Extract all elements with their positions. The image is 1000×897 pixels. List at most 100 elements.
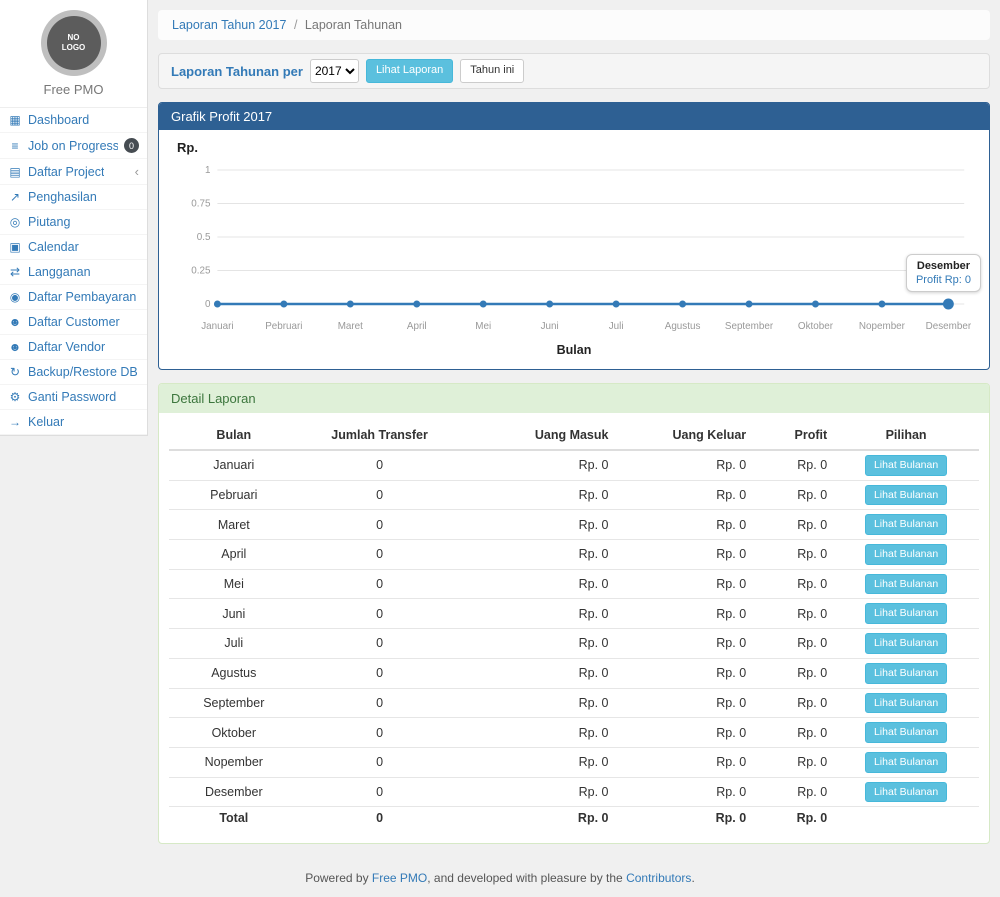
cell-pilihan: Lihat Bulanan bbox=[833, 450, 979, 480]
cell-profit: Rp. 0 bbox=[752, 688, 833, 718]
cell-jumlah-transfer: 0 bbox=[299, 540, 461, 570]
cell-uang-keluar: Rp. 0 bbox=[614, 688, 752, 718]
svg-text:1: 1 bbox=[205, 165, 211, 176]
sidebar-item-calendar[interactable]: ▣ Calendar bbox=[0, 235, 147, 260]
cell-pilihan: Lihat Bulanan bbox=[833, 658, 979, 688]
cell-pilihan: Lihat Bulanan bbox=[833, 718, 979, 748]
year-select[interactable]: 2017 bbox=[310, 59, 359, 83]
cell-bulan: Januari bbox=[169, 450, 299, 480]
sidebar-item-piutang[interactable]: ◎ Piutang bbox=[0, 210, 147, 235]
cell-bulan: Nopember bbox=[169, 747, 299, 777]
cell-uang-keluar: Rp. 0 bbox=[614, 540, 752, 570]
main-content: Laporan Tahun 2017 / Laporan Tahunan Lap… bbox=[148, 0, 1000, 857]
lihat-bulanan-button[interactable]: Lihat Bulanan bbox=[865, 782, 947, 803]
table-row: Maret 0 Rp. 0 Rp. 0 Rp. 0 Lihat Bulanan bbox=[169, 510, 979, 540]
lihat-bulanan-button[interactable]: Lihat Bulanan bbox=[865, 455, 947, 476]
sidebar-item-daftar-customer[interactable]: ☻ Daftar Customer bbox=[0, 310, 147, 335]
lihat-bulanan-button[interactable]: Lihat Bulanan bbox=[865, 574, 947, 595]
cell-jumlah-transfer: 0 bbox=[299, 629, 461, 659]
menu-label: Ganti Password bbox=[28, 390, 116, 404]
lihat-bulanan-button[interactable]: Lihat Bulanan bbox=[865, 722, 947, 743]
tasks-icon: ≡ bbox=[8, 139, 22, 153]
table-total-row: Total 0 Rp. 0 Rp. 0 Rp. 0 bbox=[169, 807, 979, 830]
x-axis-title: Bulan bbox=[169, 343, 979, 357]
lihat-bulanan-button[interactable]: Lihat Bulanan bbox=[865, 663, 947, 684]
menu-label: Langganan bbox=[28, 265, 91, 279]
footer: Powered by Free PMO, and developed with … bbox=[0, 857, 1000, 897]
profit-line-chart[interactable]: 10.750.50.250JanuariPebruariMaretAprilMe… bbox=[169, 158, 979, 343]
sidebar-item-backup-restore-db[interactable]: ↻ Backup/Restore DB bbox=[0, 360, 147, 385]
svg-text:Juli: Juli bbox=[609, 321, 624, 332]
svg-text:Nopember: Nopember bbox=[859, 321, 906, 332]
cell-pilihan: Lihat Bulanan bbox=[833, 629, 979, 659]
table-row: Oktober 0 Rp. 0 Rp. 0 Rp. 0 Lihat Bulana… bbox=[169, 718, 979, 748]
sidebar-item-daftar-pembayaran[interactable]: ◉ Daftar Pembayaran bbox=[0, 285, 147, 310]
table-row: Januari 0 Rp. 0 Rp. 0 Rp. 0 Lihat Bulana… bbox=[169, 450, 979, 480]
cell-profit: Rp. 0 bbox=[752, 629, 833, 659]
cell-uang-keluar: Rp. 0 bbox=[614, 629, 752, 659]
sidebar-item-penghasilan[interactable]: ↗ Penghasilan bbox=[0, 185, 147, 210]
lihat-bulanan-button[interactable]: Lihat Bulanan bbox=[865, 752, 947, 773]
cell-bulan: Juli bbox=[169, 629, 299, 659]
lihat-bulanan-button[interactable]: Lihat Bulanan bbox=[865, 693, 947, 714]
cell-uang-keluar: Rp. 0 bbox=[614, 718, 752, 748]
cell-uang-masuk: Rp. 0 bbox=[461, 599, 615, 629]
svg-text:Januari: Januari bbox=[201, 321, 233, 332]
cell-profit: Rp. 0 bbox=[752, 599, 833, 629]
cell-profit: Rp. 0 bbox=[752, 747, 833, 777]
laporan-table: BulanJumlah TransferUang MasukUang Kelua… bbox=[169, 421, 979, 829]
table-row: Nopember 0 Rp. 0 Rp. 0 Rp. 0 Lihat Bulan… bbox=[169, 747, 979, 777]
tooltip-title: Desember bbox=[916, 260, 971, 272]
brand-area: NO LOGO Free PMO bbox=[0, 0, 147, 108]
logo-text: NO LOGO bbox=[51, 33, 97, 52]
breadcrumb: Laporan Tahun 2017 / Laporan Tahunan bbox=[158, 10, 990, 40]
menu-label: Backup/Restore DB bbox=[28, 365, 138, 379]
lihat-bulanan-button[interactable]: Lihat Bulanan bbox=[865, 485, 947, 506]
contributors-link[interactable]: Contributors bbox=[626, 871, 691, 885]
cell-uang-keluar: Rp. 0 bbox=[614, 658, 752, 688]
count-badge: 0 bbox=[124, 138, 139, 153]
users-icon: ☻ bbox=[8, 315, 22, 329]
total-uang-keluar: Rp. 0 bbox=[614, 807, 752, 830]
cell-jumlah-transfer: 0 bbox=[299, 569, 461, 599]
lock-icon: ⚙ bbox=[8, 390, 22, 404]
lihat-bulanan-button[interactable]: Lihat Bulanan bbox=[865, 544, 947, 565]
footer-text: Powered by bbox=[305, 871, 372, 885]
cell-pilihan: Lihat Bulanan bbox=[833, 747, 979, 777]
cell-pilihan: Lihat Bulanan bbox=[833, 777, 979, 807]
detail-table-wrapper: BulanJumlah TransferUang MasukUang Kelua… bbox=[159, 413, 989, 843]
lihat-bulanan-button[interactable]: Lihat Bulanan bbox=[865, 633, 947, 654]
lihat-bulanan-button[interactable]: Lihat Bulanan bbox=[865, 603, 947, 624]
lihat-bulanan-button[interactable]: Lihat Bulanan bbox=[865, 514, 947, 535]
backup-icon: ↻ bbox=[8, 365, 22, 379]
menu-label: Daftar Customer bbox=[28, 315, 120, 329]
dashboard-icon: ▦ bbox=[8, 113, 22, 127]
cell-pilihan: Lihat Bulanan bbox=[833, 510, 979, 540]
cell-pilihan: Lihat Bulanan bbox=[833, 599, 979, 629]
cell-jumlah-transfer: 0 bbox=[299, 480, 461, 510]
svg-text:September: September bbox=[725, 321, 774, 332]
lihat-laporan-button[interactable]: Lihat Laporan bbox=[366, 59, 453, 82]
sidebar-item-daftar-vendor[interactable]: ☻ Daftar Vendor bbox=[0, 335, 147, 360]
cell-profit: Rp. 0 bbox=[752, 480, 833, 510]
cell-uang-keluar: Rp. 0 bbox=[614, 450, 752, 480]
profit-chart-panel: Grafik Profit 2017 Rp. 10.750.50.250Janu… bbox=[158, 102, 990, 370]
column-header: Uang Masuk bbox=[461, 421, 615, 450]
total-jumlah-transfer: 0 bbox=[299, 807, 461, 830]
svg-text:April: April bbox=[407, 321, 427, 332]
sidebar-item-langganan[interactable]: ⇄ Langganan bbox=[0, 260, 147, 285]
svg-text:Juni: Juni bbox=[541, 321, 559, 332]
cell-bulan: Mei bbox=[169, 569, 299, 599]
sidebar-item-job-on-progress[interactable]: ≡ Job on Progress 0 bbox=[0, 133, 147, 159]
sidebar-item-ganti-password[interactable]: ⚙ Ganti Password bbox=[0, 385, 147, 410]
svg-text:Pebruari: Pebruari bbox=[265, 321, 302, 332]
menu-label: Daftar Vendor bbox=[28, 340, 105, 354]
sidebar-item-daftar-project[interactable]: ▤ Daftar Project ‹ bbox=[0, 159, 147, 185]
free-pmo-link[interactable]: Free PMO bbox=[372, 871, 427, 885]
breadcrumb-parent-link[interactable]: Laporan Tahun 2017 bbox=[172, 18, 286, 32]
cell-pilihan: Lihat Bulanan bbox=[833, 688, 979, 718]
tahun-ini-button[interactable]: Tahun ini bbox=[460, 59, 524, 82]
sidebar-item-keluar[interactable]: → Keluar bbox=[0, 410, 147, 435]
cell-pilihan: Lihat Bulanan bbox=[833, 569, 979, 599]
sidebar-item-dashboard[interactable]: ▦ Dashboard bbox=[0, 108, 147, 133]
